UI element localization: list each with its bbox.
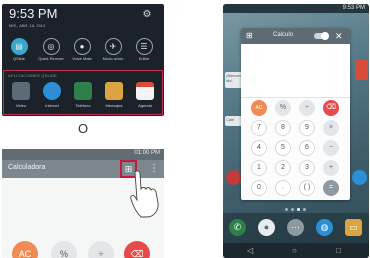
quick-setting-airplane[interactable]: ✈ Modo avión: [100, 38, 126, 61]
calc-key-parentheses[interactable]: ( ): [299, 180, 315, 196]
status-bar: 01:00 PM: [2, 149, 164, 160]
calc-keypad: AC% ÷ ⌫ 7 8 9 × 4 5 6− 1 2 3 +0. ( ) =: [241, 100, 350, 200]
calc-key-clear[interactable]: AC: [251, 100, 267, 116]
calc-key-delete[interactable]: ⌫: [323, 100, 339, 116]
phone-home-screen: 9:53 PM ¡Bienven ido! Cale ⊞ Calculo ✕ A…: [223, 4, 369, 258]
qslide-app-messages[interactable]: Mensajes: [100, 82, 128, 108]
quick-setting-label: QSlide: [12, 56, 25, 61]
status-bar: 9:53 PM: [223, 4, 369, 13]
calc-key-0[interactable]: 0: [251, 180, 267, 196]
calc-display: [241, 44, 350, 98]
status-time: 01:00 PM: [134, 150, 160, 156]
phone-icon: [74, 82, 92, 100]
qslide-icon: ▤: [10, 38, 28, 55]
calc-key-2[interactable]: 2: [275, 160, 291, 176]
app-label: Video: [15, 103, 27, 108]
pointing-hand-icon: [130, 170, 159, 218]
qslide-app-phone[interactable]: Teléfono: [69, 82, 97, 108]
expand-icon[interactable]: ⊞: [246, 31, 253, 41]
back-button[interactable]: ◁: [247, 245, 253, 256]
qslide-header: ⊞ Calculo ✕: [241, 28, 350, 44]
slider-knob[interactable]: [321, 32, 329, 40]
page-indicator: [285, 208, 307, 211]
calendar-widget: [355, 60, 368, 80]
qslide-title: Calculo: [273, 32, 294, 38]
calculator-app-screen: 01:00 PM Calculadora ⊞ ⋮ AC % ÷ ⌫: [2, 149, 164, 258]
quick-setting-edit[interactable]: ☰ Editar: [131, 38, 157, 61]
qslide-app-calendar[interactable]: Agenda: [131, 82, 159, 108]
calc-key-7[interactable]: 7: [251, 120, 267, 136]
calc-key-4[interactable]: 4: [251, 140, 267, 156]
qslide-calculator-window[interactable]: ⊞ Calculo ✕ AC% ÷ ⌫ 7 8 9 × 4 5 6− 1 2 3 +0. ( ) =: [241, 28, 350, 200]
remote-icon: ◎: [42, 38, 60, 55]
quick-setting-label: Editar: [138, 56, 150, 61]
app-label: Internet: [45, 103, 59, 108]
quick-setting-qslide[interactable]: ▤ QSlide: [6, 38, 32, 61]
calc-key-divide[interactable]: ÷: [299, 100, 315, 116]
quick-setting-quick-remote[interactable]: ◎ Quick Remote: [38, 38, 64, 61]
navigation-bar: ◁ ○ □: [223, 243, 369, 258]
app-icon[interactable]: [352, 170, 367, 185]
phone-icon[interactable]: ✆: [229, 219, 246, 236]
notification-shade: 9:53 PM MIÉ., ABR. 18, 2013 ⚙ ▤ QSlide ◎…: [2, 4, 164, 116]
quick-setting-label: Voice Mate: [72, 56, 92, 61]
calendar-icon: [136, 82, 154, 100]
qslide-app-video[interactable]: Video: [7, 82, 35, 108]
quick-setting-label: Quick Remote: [38, 56, 64, 61]
globe-icon[interactable]: ◍: [316, 219, 333, 236]
quick-setting-label: Modo avión: [102, 56, 124, 61]
message-icon[interactable]: ▭: [345, 219, 362, 236]
calc-key-divide[interactable]: ÷: [88, 241, 114, 258]
gear-icon[interactable]: ⚙: [142, 10, 152, 20]
transparency-slider[interactable]: [314, 32, 329, 40]
list-icon: ☰: [135, 38, 153, 55]
apps-icon[interactable]: ⋯: [287, 219, 304, 236]
clock: 9:53 PM: [9, 6, 58, 21]
calc-key-minus[interactable]: −: [323, 140, 339, 156]
globe-icon: [43, 82, 61, 100]
app-label: Agenda: [138, 103, 152, 108]
date: MIÉ., ABR. 18, 2013: [9, 23, 46, 28]
calc-key-clear[interactable]: AC: [12, 241, 38, 258]
calc-key-delete[interactable]: ⌫: [124, 241, 150, 258]
contacts-icon[interactable]: ●: [258, 219, 275, 236]
calc-key-8[interactable]: 8: [275, 120, 291, 136]
calc-key-percent[interactable]: %: [51, 241, 77, 258]
separator-label: O: [78, 121, 89, 136]
app-label: Mensajes: [105, 103, 123, 108]
calc-key-percent[interactable]: %: [275, 100, 291, 116]
app-icon[interactable]: [226, 170, 241, 185]
calc-key-decimal[interactable]: .: [275, 180, 291, 196]
calc-key-9[interactable]: 9: [299, 120, 315, 136]
qslide-apps-title: APLICACIONES QSLIDE: [8, 73, 58, 78]
home-button[interactable]: ○: [292, 245, 297, 256]
microphone-icon: ●: [73, 38, 91, 55]
quick-setting-voice-mate[interactable]: ● Voice Mate: [69, 38, 95, 61]
calc-key-multiply[interactable]: ×: [323, 120, 339, 136]
recent-apps-button[interactable]: □: [336, 245, 341, 256]
calc-key-plus[interactable]: +: [323, 160, 339, 176]
calc-key-6[interactable]: 6: [299, 140, 315, 156]
close-icon[interactable]: ✕: [335, 30, 343, 42]
airplane-icon: ✈: [104, 38, 122, 55]
app-title: Calculadora: [8, 164, 46, 171]
status-time: 9:53 PM: [342, 5, 365, 11]
video-icon: [12, 82, 30, 100]
calc-key-3[interactable]: 3: [299, 160, 315, 176]
calc-key-5[interactable]: 5: [275, 140, 291, 156]
app-label: Teléfono: [75, 103, 91, 108]
calc-key-1[interactable]: 1: [251, 160, 267, 176]
calc-key-equals[interactable]: =: [323, 180, 339, 196]
qslide-app-internet[interactable]: Internet: [38, 82, 66, 108]
message-icon: [105, 82, 123, 100]
dock: ✆ ● ⋯ ◍ ▭: [223, 213, 369, 243]
qslide-apps-highlight: APLICACIONES QSLIDE Video Internet Teléf…: [3, 70, 163, 115]
